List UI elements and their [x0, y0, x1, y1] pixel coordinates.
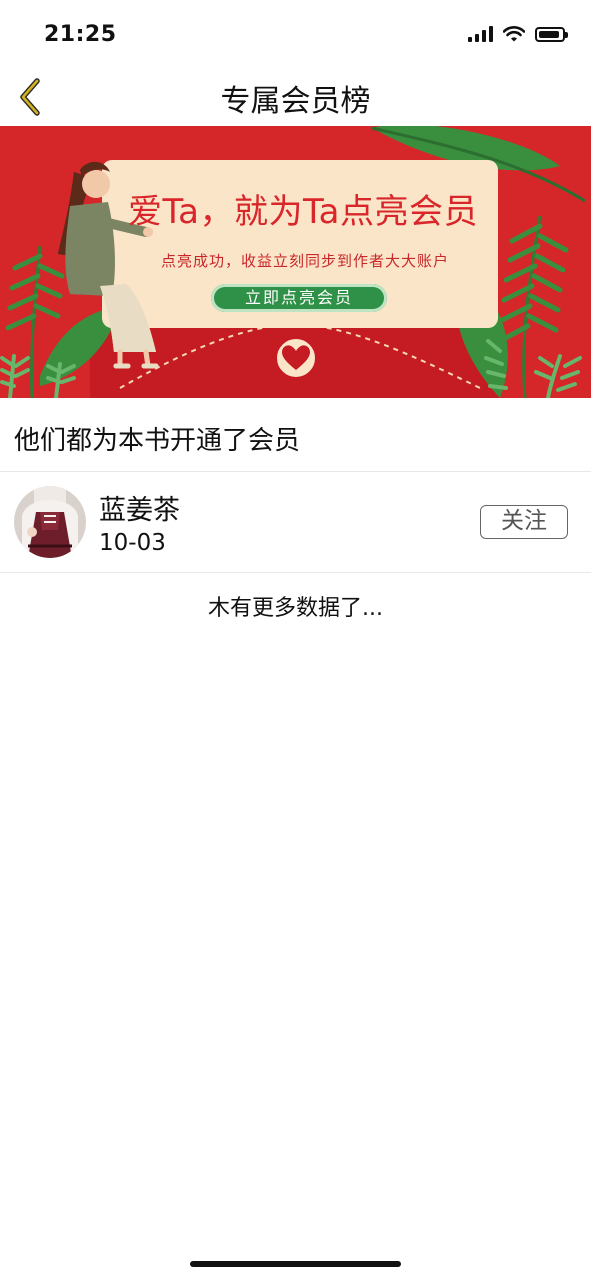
end-of-list-text: 木有更多数据了...: [208, 596, 383, 621]
avatar-image: [14, 486, 86, 558]
banner-subtext: 点亮成功，收益立刻同步到作者大大账户: [160, 252, 449, 270]
status-bar: 21:25: [0, 0, 591, 70]
status-icons: [468, 26, 568, 42]
battery-icon: [535, 26, 568, 42]
avatar[interactable]: [14, 486, 86, 558]
status-time: 21:25: [44, 22, 117, 47]
follow-button[interactable]: 关注: [480, 505, 568, 539]
battery-level: [539, 30, 559, 38]
section-title: 他们都为本书开通了会员: [14, 426, 301, 456]
activate-membership-button[interactable]: 立即点亮会员: [211, 284, 387, 312]
cellular-signal-icon: [468, 26, 493, 42]
member-date: 10-03: [99, 530, 166, 556]
page-title: 专属会员榜: [220, 84, 371, 119]
banner-headline: 爱Ta，就为Ta点亮会员: [128, 192, 478, 232]
member-name: 蓝姜茶: [99, 495, 180, 526]
wifi-icon: [503, 26, 525, 42]
list-item[interactable]: 蓝姜茶 10-03 关注: [0, 472, 591, 572]
promo-banner[interactable]: 爱Ta，就为Ta点亮会员 点亮成功，收益立刻同步到作者大大账户 立即点亮会员: [0, 126, 591, 398]
divider: [0, 572, 591, 573]
nav-bar: 专属会员榜: [0, 70, 591, 126]
home-indicator[interactable]: [190, 1261, 401, 1267]
